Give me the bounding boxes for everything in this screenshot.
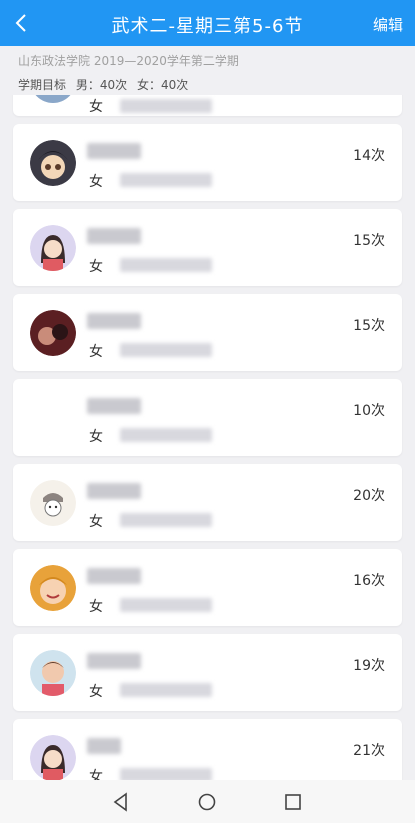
recents-square-icon[interactable] (283, 792, 303, 812)
attendance-count: 20次 (353, 488, 385, 504)
back-triangle-icon[interactable] (111, 792, 131, 812)
targets-label: 学期目标 (18, 78, 67, 92)
student-id-blurred (120, 99, 212, 113)
student-list: 女 女 14次 女 15次 女 15次 女 10次 女 20次 女 16次 女 … (0, 95, 415, 780)
target-male: 男：40次 (75, 78, 128, 92)
student-name-blurred (87, 653, 141, 669)
attendance-count: 19次 (353, 658, 385, 674)
attendance-count: 21次 (353, 743, 385, 759)
student-name-blurred (87, 143, 141, 159)
list-item[interactable]: 女 21次 (13, 719, 402, 780)
student-name-blurred (87, 568, 141, 584)
attendance-count: 14次 (353, 148, 385, 164)
student-name-blurred (87, 738, 121, 754)
page-title: 武术二-星期三第5-6节 (111, 16, 304, 37)
avatar (30, 95, 76, 103)
student-id-blurred (120, 598, 212, 612)
gender-label: 女 (89, 174, 103, 190)
gender-label: 女 (89, 599, 103, 615)
student-id-blurred (120, 683, 212, 697)
gender-label: 女 (89, 514, 103, 530)
girl-cartoon-avatar-icon (30, 735, 76, 780)
student-name-blurred (87, 228, 141, 244)
attendance-count: 15次 (353, 318, 385, 334)
semester-targets: 学期目标 男：40次 女：40次 (18, 76, 188, 93)
gender-label: 女 (89, 259, 103, 275)
student-name-blurred (87, 398, 141, 414)
student-id-blurred (120, 428, 212, 442)
home-circle-icon[interactable] (197, 792, 217, 812)
gender-label: 女 (89, 99, 103, 115)
student-id-blurred (120, 513, 212, 527)
list-item[interactable]: 女 15次 (13, 294, 402, 371)
baby-photo-avatar-icon (30, 650, 76, 696)
blank-avatar-icon (30, 395, 76, 441)
student-name-blurred (87, 313, 141, 329)
term-subtitle: 山东政法学院 2019—2020学年第二学期 (18, 54, 239, 68)
student-id-blurred (120, 173, 212, 187)
anime-boy-avatar-icon (30, 140, 76, 186)
girl-cartoon-avatar-icon (30, 225, 76, 271)
gender-label: 女 (89, 769, 103, 780)
student-name-blurred (87, 483, 141, 499)
dark-photo-avatar-icon (30, 310, 76, 356)
student-id-blurred (120, 343, 212, 357)
list-item[interactable]: 女 10次 (13, 379, 402, 456)
list-item[interactable]: 女 15次 (13, 209, 402, 286)
gender-label: 女 (89, 344, 103, 360)
list-item-partial[interactable]: 女 (13, 95, 402, 116)
list-item[interactable]: 女 16次 (13, 549, 402, 626)
attendance-count: 15次 (353, 233, 385, 249)
student-id-blurred (120, 258, 212, 272)
target-female: 女：40次 (136, 78, 189, 92)
cartoon-face-avatar-icon (30, 565, 76, 611)
attendance-count: 16次 (353, 573, 385, 589)
gender-label: 女 (89, 429, 103, 445)
edit-button[interactable]: 编辑 (373, 14, 403, 35)
top-app-bar: 武术二-星期三第5-6节 编辑 (0, 0, 415, 46)
system-nav-bar (0, 780, 415, 823)
list-item[interactable]: 女 14次 (13, 124, 402, 201)
sketch-character-avatar-icon (30, 480, 76, 526)
attendance-count: 10次 (353, 403, 385, 419)
list-item[interactable]: 女 19次 (13, 634, 402, 711)
student-id-blurred (120, 768, 212, 780)
gender-label: 女 (89, 684, 103, 700)
list-item[interactable]: 女 20次 (13, 464, 402, 541)
